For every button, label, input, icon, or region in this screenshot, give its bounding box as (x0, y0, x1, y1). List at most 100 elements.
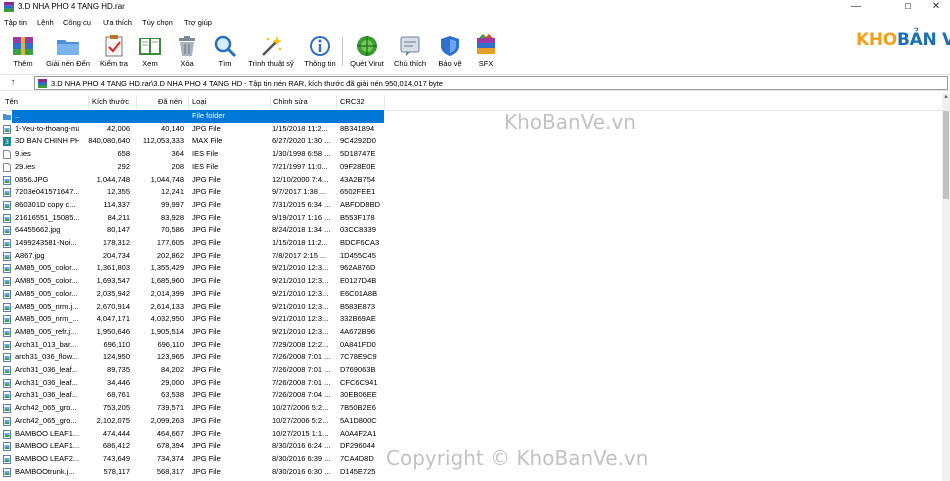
column-divider[interactable] (270, 95, 271, 109)
file-packed: 1,355,429 (150, 263, 184, 273)
file-size: 2,102,075 (96, 415, 130, 425)
file-row[interactable]: Arch31_036_leaf... 34,446 29,000 JPG File 7/… (0, 377, 942, 390)
comment-button[interactable]: Chú thích (390, 32, 430, 72)
file-size: 68,761 (107, 390, 130, 400)
virus-scan-icon (357, 36, 377, 56)
add-label: Thêm (13, 59, 33, 68)
file-row[interactable]: Arch42_065_gro... 2,102,075 2,099,263 JPG F… (0, 415, 942, 428)
shield-icon (441, 36, 459, 56)
menu-bar: Tập tin Lệnh Công cụ Ưa thích Tùy chọn T… (0, 17, 950, 29)
extract-to-button[interactable]: Giải nén Đến (44, 32, 92, 72)
file-row[interactable]: AM85_005_nrm_... 4,047,171 4,032,950 JPG Fi… (0, 313, 942, 326)
menu-help[interactable]: Trợ giúp (184, 17, 212, 29)
delete-button[interactable]: Xóa (172, 32, 202, 72)
col-modified[interactable]: Chỉnh sửa (273, 93, 308, 111)
file-type: IES File (192, 149, 219, 159)
file-packed: 123,965 (156, 352, 184, 362)
add-books-icon (13, 37, 33, 55)
wizard-button[interactable]: Trình thuật sỹ (244, 32, 298, 72)
file-row[interactable]: BAMBOO LEAF1... 474,444 464,667 JPG File 10/… (0, 428, 942, 441)
column-divider[interactable] (88, 95, 89, 109)
file-row[interactable]: 3 3D BAN CHINH PHUONG.max 840,080,640 112,0… (0, 135, 942, 148)
column-divider[interactable] (384, 95, 385, 109)
file-row[interactable]: 7203e041571647... 12,355 12,241 JPG File 9/7… (0, 186, 942, 199)
file-row[interactable]: 1-Yeu-to-thoang-mat-cho-mat-tien-nha-pho… (0, 123, 942, 136)
col-name[interactable]: Tên (5, 93, 18, 111)
sfx-button[interactable]: SFX (472, 32, 500, 72)
file-row[interactable]: AM85_005_color... 2,035,942 2,014,399 JPG F… (0, 288, 942, 301)
file-type: JPG File (192, 174, 221, 184)
file-row[interactable]: 9.ies 658 364 IES File 1/30/1998 6:58 ... 5D1… (0, 148, 942, 161)
col-packed[interactable]: Đã nén (158, 93, 182, 111)
file-name: A867.jpg (15, 250, 45, 260)
file-row[interactable]: 21616551_15085... 84,211 83,928 JPG File 9/1… (0, 212, 942, 225)
file-packed: 112,053,333 (142, 136, 184, 146)
file-list[interactable]: .. File folder 1-Yeu-to-thoang-mat-cho-mat… (0, 110, 942, 481)
file-type: JPG File (192, 301, 221, 311)
file-row[interactable]: 0856.JPG 1,044,748 1,044,748 JPG File 12/10/… (0, 174, 942, 187)
file-size: 2,670,914 (96, 301, 130, 311)
menu-options[interactable]: Tùy chọn (142, 17, 173, 29)
column-divider[interactable] (336, 95, 337, 109)
file-type: JPG File (192, 212, 221, 222)
image-file-icon (3, 239, 11, 248)
menu-commands[interactable]: Lệnh (37, 17, 54, 29)
file-row[interactable]: arch31_036_flow... 124,950 123,965 JPG File… (0, 351, 942, 364)
file-row[interactable]: Arch31_036_leaf... 68,761 63,538 JPG File 7/… (0, 389, 942, 402)
vertical-scrollbar[interactable]: ▲ (942, 93, 950, 481)
image-file-icon (3, 302, 11, 312)
file-modified: 7/29/2008 12:2... (272, 339, 329, 349)
file-packed: 364 (171, 149, 184, 159)
file-name: Arch31_036_leaf... (15, 390, 78, 400)
file-row[interactable]: AM85_005_refr.j... 1,950,646 1,905,514 JPG … (0, 326, 942, 339)
scroll-up-arrow[interactable]: ▲ (942, 93, 950, 101)
image-file-icon (3, 416, 11, 426)
view-button[interactable]: Xem (134, 32, 166, 72)
file-row[interactable]: Arch31_036_leaf... 89,735 84,202 JPG File 7/… (0, 364, 942, 377)
file-row[interactable]: 29.ies 292 208 IES File 7/21/1997 11:0... 09F… (0, 161, 942, 174)
file-packed: 1,044,748 (150, 174, 184, 184)
file-size: 658 (117, 149, 130, 159)
file-row[interactable]: A867.jpg 204,734 202,862 JPG File 7/8/2017 2… (0, 250, 942, 263)
column-divider[interactable] (136, 95, 137, 109)
menu-file[interactable]: Tập tin (4, 17, 27, 29)
minimize-button[interactable]: — (842, 1, 870, 13)
find-button[interactable]: Tìm (210, 32, 240, 72)
protect-button[interactable]: Bảo vệ (434, 32, 466, 72)
winrar-app-icon (4, 2, 14, 12)
up-folder-button[interactable]: ↑ (6, 76, 20, 89)
extract-to-label: Giải nén Đến (46, 59, 90, 68)
file-row[interactable]: Arch31_013_bar... 696,110 696,110 JPG File 7… (0, 339, 942, 352)
file-size: 686,412 (102, 441, 130, 451)
file-row[interactable]: 1499243581-Noi... 178,312 177,605 JPG File 1… (0, 237, 942, 250)
path-field[interactable]: 3.D NHA PHO 4 TANG HD.rar\3.D NHA PHO 4 … (34, 76, 948, 90)
col-size[interactable]: Kích thước (92, 93, 129, 111)
info-button[interactable]: Thông tin (302, 32, 338, 72)
column-divider[interactable] (188, 95, 189, 109)
file-row[interactable]: AM85_005_color... 1,361,803 1,355,429 JPG F… (0, 262, 942, 275)
maximize-button[interactable]: ☐ (894, 1, 922, 13)
file-modified: 9/21/2010 12:3... (272, 314, 329, 324)
file-row[interactable]: AM85_005_nrm.j... 2,670,914 2,614,133 JPG F… (0, 301, 942, 314)
file-row[interactable]: .. File folder (0, 110, 942, 123)
add-button[interactable]: Thêm (8, 32, 38, 72)
col-type[interactable]: Loại (192, 93, 206, 111)
file-row[interactable]: AM85_005_color... 1,693,547 1,685,960 JPG F… (0, 275, 942, 288)
close-button[interactable]: ✕ (922, 1, 950, 13)
file-row[interactable]: 64455662.jpg 80,147 70,586 JPG File 8/24/201… (0, 224, 942, 237)
file-row[interactable]: Arch42_065_gro... 753,205 739,571 JPG File 1… (0, 402, 942, 415)
file-crc: 7B50B2E6 (340, 403, 376, 413)
menu-tools[interactable]: Công cụ (63, 17, 91, 29)
trash-icon (179, 36, 195, 56)
file-row[interactable]: 860301D copy c... 114,337 99,997 JPG File 7/… (0, 199, 942, 212)
image-file-icon (3, 175, 11, 185)
file-packed: 568,317 (156, 466, 184, 476)
col-crc[interactable]: CRC32 (340, 93, 365, 111)
scroll-thumb[interactable] (943, 111, 949, 199)
file-crc: 8B341894 (340, 123, 375, 133)
file-packed: 2,099,263 (150, 415, 184, 425)
menu-favorites[interactable]: Ưa thích (103, 17, 132, 29)
file-modified: 10/27/2006 5:2... (272, 403, 329, 413)
virus-scan-button[interactable]: Quét Virut (346, 32, 388, 72)
test-button[interactable]: Kiểm tra (96, 32, 132, 72)
